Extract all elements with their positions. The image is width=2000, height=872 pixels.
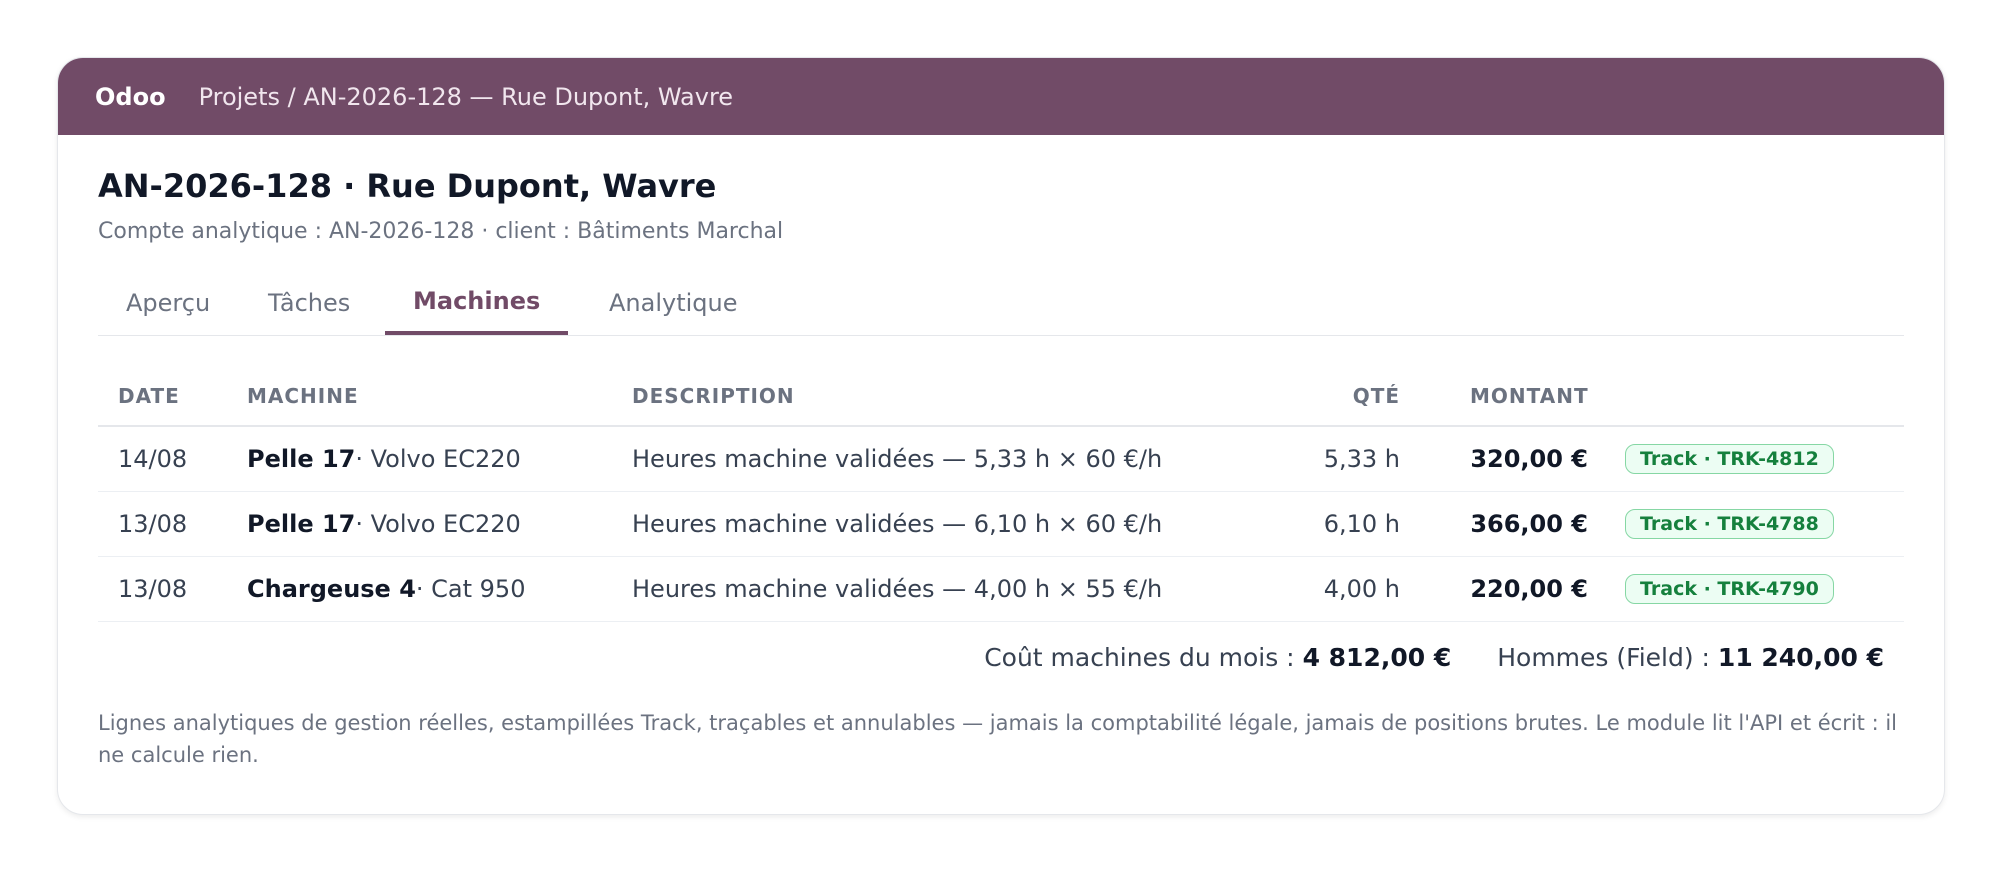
row-machine: Pelle 17 · Volvo EC220 <box>247 492 521 556</box>
breadcrumb[interactable]: Projets / AN-2026-128 — Rue Dupont, Wavr… <box>199 83 734 111</box>
top-navbar: Odoo Projets / AN-2026-128 — Rue Dupont,… <box>58 58 1944 135</box>
track-badge-wrap: Track · TRK-4788 <box>1625 492 1834 556</box>
track-badge-wrap: Track · TRK-4812 <box>1625 427 1834 491</box>
machine-model: · Cat 950 <box>415 575 526 603</box>
row-description: Heures machine validées — 5,33 h × 60 €/… <box>632 445 1163 473</box>
machines-cost-label: Coût machines du mois : <box>984 643 1303 672</box>
table-row[interactable]: 13/08 Pelle 17 · Volvo EC220 Heures mach… <box>98 492 1904 557</box>
row-date: 13/08 <box>118 510 188 538</box>
tab-machines[interactable]: Machines <box>385 271 569 335</box>
men-cost-label: Hommes (Field) : <box>1497 643 1718 672</box>
row-qty: 4,00 h <box>1323 575 1400 603</box>
row-description: Heures machine validées — 4,00 h × 55 €/… <box>632 575 1163 603</box>
machine-model: · Volvo EC220 <box>355 445 521 473</box>
track-badge-wrap: Track · TRK-4790 <box>1625 557 1834 621</box>
project-card: Odoo Projets / AN-2026-128 — Rue Dupont,… <box>57 57 1945 815</box>
row-date: 13/08 <box>118 575 188 603</box>
row-qty: 6,10 h <box>1323 510 1400 538</box>
tab-analytique[interactable]: Analytique <box>581 271 766 334</box>
tab-taches[interactable]: Tâches <box>240 271 378 334</box>
row-amount: 220,00 € <box>1470 575 1588 603</box>
header-machine: MACHINE <box>247 384 359 408</box>
header-amount: MONTANT <box>1470 384 1589 408</box>
totals-summary: Coût machines du mois : 4 812,00 € Hommes… <box>984 643 1884 672</box>
app-brand[interactable]: Odoo <box>95 83 166 111</box>
row-qty: 5,33 h <box>1323 445 1400 473</box>
header-qty: QTÉ <box>1352 384 1400 408</box>
machine-name: Chargeuse 4 <box>247 575 416 603</box>
row-amount: 320,00 € <box>1470 445 1588 473</box>
row-amount: 366,00 € <box>1470 510 1588 538</box>
tab-bar: Aperçu Tâches Machines Analytique <box>98 271 1904 336</box>
header-description: DESCRIPTION <box>632 384 795 408</box>
men-cost-value: 11 240,00 € <box>1717 643 1884 672</box>
track-badge[interactable]: Track · TRK-4788 <box>1625 509 1834 539</box>
machine-model: · Volvo EC220 <box>355 510 521 538</box>
track-badge[interactable]: Track · TRK-4790 <box>1625 574 1834 604</box>
machine-name: Pelle 17 <box>247 445 356 473</box>
table-row[interactable]: 14/08 Pelle 17 · Volvo EC220 Heures mach… <box>98 427 1904 492</box>
row-date: 14/08 <box>118 445 188 473</box>
footnote: Lignes analytiques de gestion réelles, e… <box>98 711 1897 767</box>
row-description: Heures machine validées — 6,10 h × 60 €/… <box>632 510 1163 538</box>
row-machine: Chargeuse 4 · Cat 950 <box>247 557 525 621</box>
row-machine: Pelle 17 · Volvo EC220 <box>247 427 521 491</box>
machines-cost-value: 4 812,00 € <box>1302 643 1452 672</box>
table-header: DATE MACHINE DESCRIPTION QTÉ MONTANT <box>98 367 1904 427</box>
tab-apercu[interactable]: Aperçu <box>98 271 238 334</box>
page-subtitle: Compte analytique : AN-2026-128 · client… <box>98 219 784 244</box>
machine-name: Pelle 17 <box>247 510 356 538</box>
table-row[interactable]: 13/08 Chargeuse 4 · Cat 950 Heures machi… <box>98 557 1904 622</box>
track-badge[interactable]: Track · TRK-4812 <box>1625 444 1834 474</box>
header-date: DATE <box>118 384 180 408</box>
page-title: AN-2026-128 · Rue Dupont, Wavre <box>98 167 717 205</box>
